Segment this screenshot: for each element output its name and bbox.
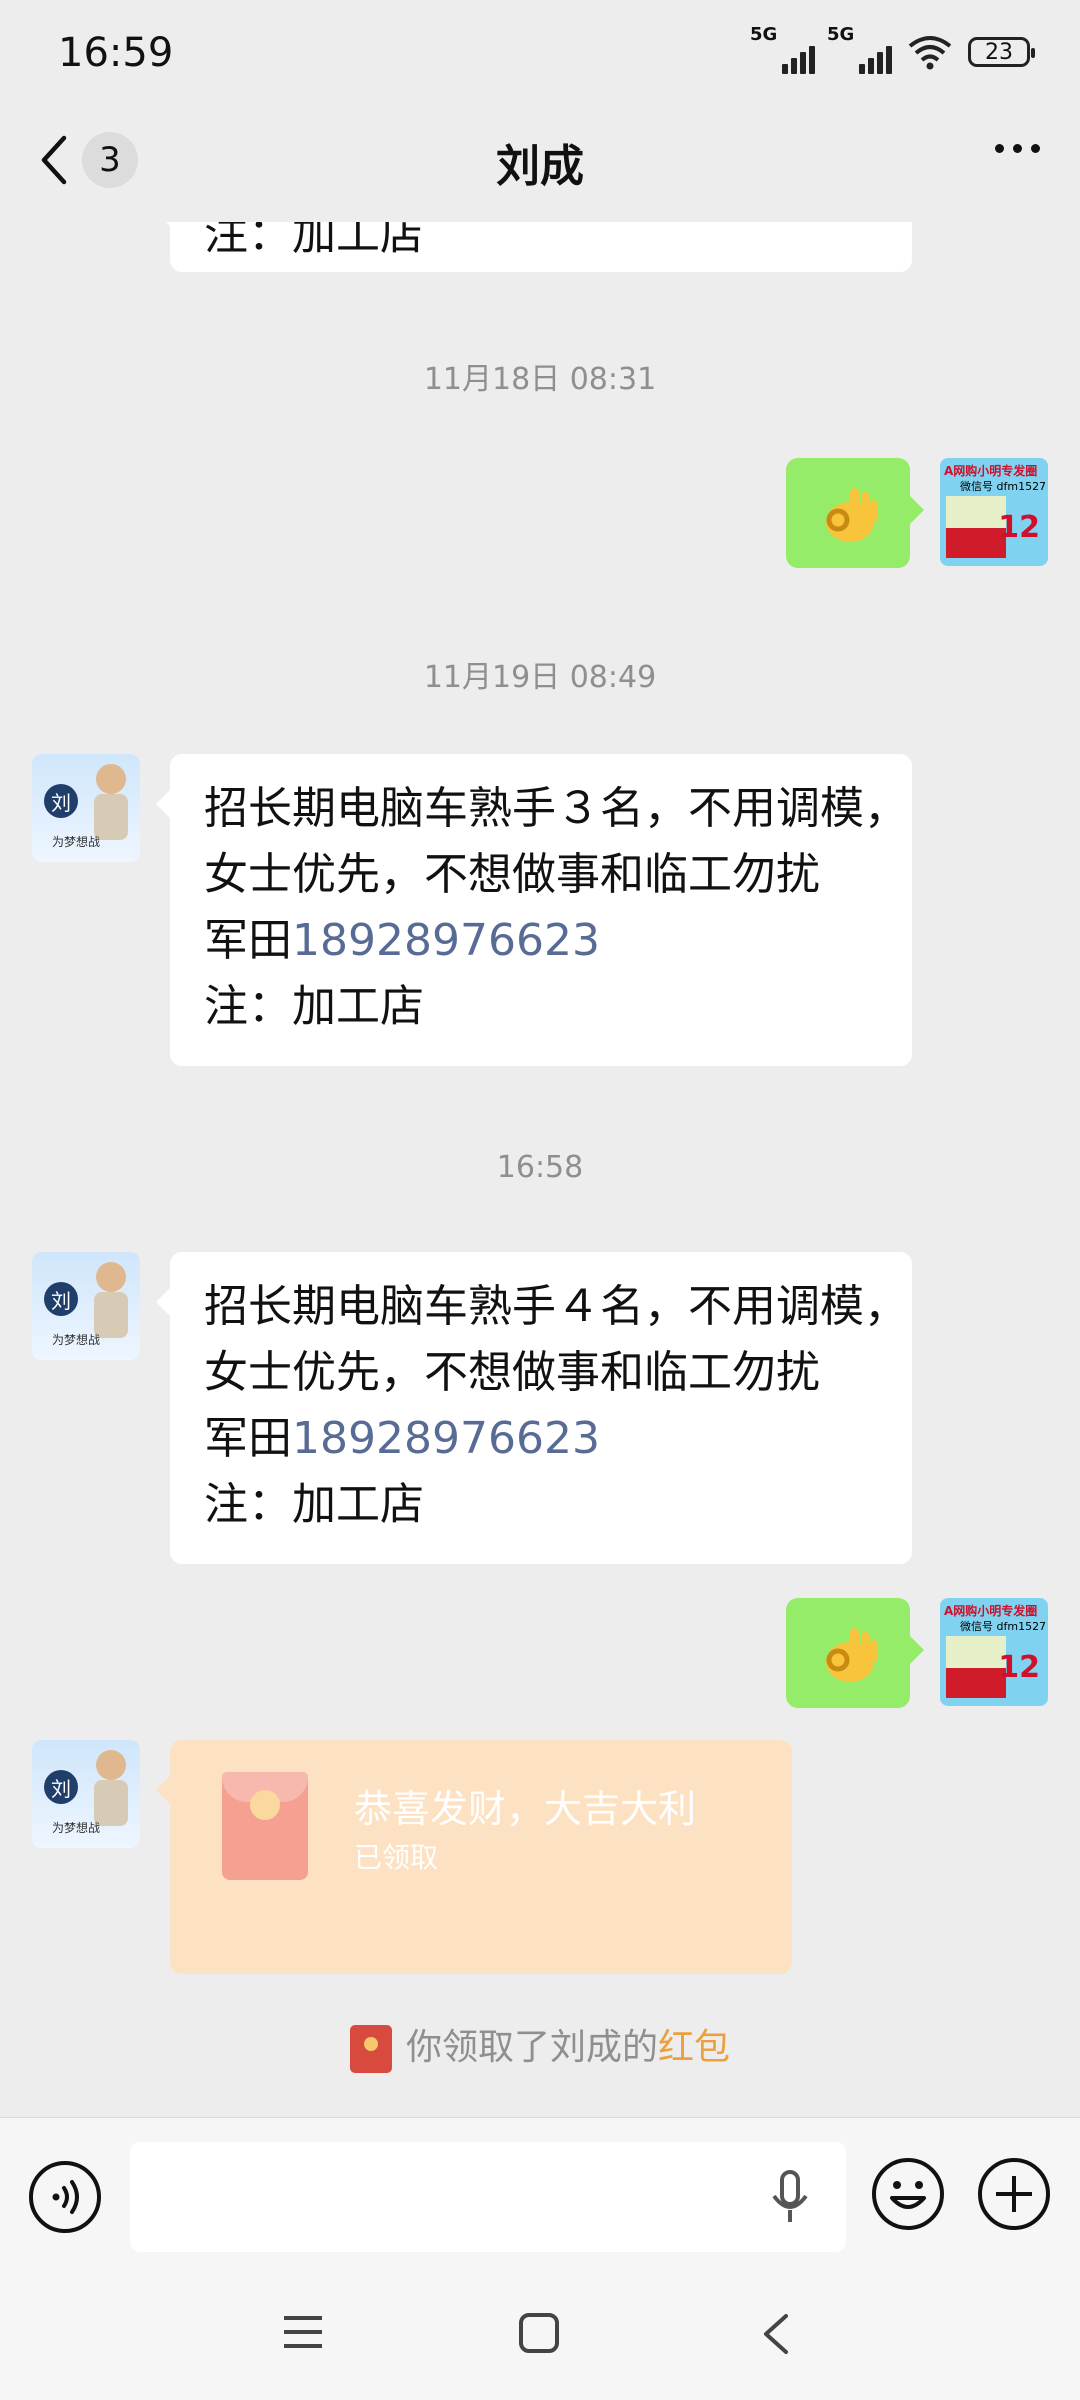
phone-link[interactable]: 18928976623 [292, 915, 600, 966]
red-packet-icon [222, 1772, 308, 1880]
menu-icon[interactable] [282, 2312, 324, 2352]
red-packet-title: 恭喜发财，大吉大利 [354, 1787, 697, 1831]
timestamp: 11月19日 08:49 [423, 660, 657, 695]
avatar-text: A网购小明专发圈 [944, 464, 1038, 478]
message-line: 注：加工店 [204, 1479, 424, 1530]
message-line: 军田18928976623 [204, 915, 600, 966]
message-line: 注：加工店 [204, 222, 424, 260]
message-line: 军田18928976623 [204, 1413, 600, 1464]
timestamp: 11月18日 08:31 [423, 362, 657, 397]
red-packet-link[interactable]: 红包 [658, 2027, 730, 2068]
signal-icon: 5G [750, 24, 815, 74]
red-packet-icon [349, 2025, 392, 2073]
message-list[interactable]: 注：加工店 11月18日 08:31 A网购小明专发圈 微信号 dfm1527 … [0, 222, 1080, 2117]
microphone-icon[interactable] [770, 2170, 810, 2224]
red-packet-message[interactable]: 恭喜发财，大吉大利 已领取 [156, 1740, 792, 1974]
battery-level: 23 [985, 39, 1013, 65]
chat-header: 3 刘成 [0, 100, 1080, 222]
more-options-button[interactable] [995, 144, 1040, 153]
timestamp: 16:58 [496, 1150, 584, 1185]
avatar-contact[interactable]: 刘 为梦想战 [32, 1252, 140, 1360]
ok-hand-emoji-icon [826, 1628, 878, 1682]
message-bubble-outgoing-sticker[interactable] [786, 1598, 924, 1708]
home-icon[interactable] [518, 2312, 560, 2354]
signal-icon: 5G [827, 24, 892, 74]
message-line: 招长期电脑车熟手３名，不用调模， [204, 783, 908, 834]
dot-icon [1031, 144, 1040, 153]
message-line: 女士优先，不想做事和临工勿扰 [204, 1347, 820, 1398]
message-bubble-incoming[interactable]: 注：加工店 [156, 222, 912, 272]
wifi-icon [908, 36, 952, 70]
avatar-caption: 为梦想战 [52, 1333, 101, 1347]
avatar-contact[interactable]: 刘 为梦想战 [32, 1740, 140, 1848]
emoji-button[interactable] [870, 2156, 946, 2232]
ok-hand-emoji-icon [826, 488, 878, 542]
avatar-contact[interactable]: 刘 为梦想战 [32, 754, 140, 862]
status-time: 16:59 [58, 30, 174, 76]
network-type-label: 5G [827, 24, 855, 45]
status-icons: 5G 5G 23 [750, 24, 1035, 74]
dot-icon [995, 144, 1004, 153]
avatar-logo: 刘 [44, 1770, 78, 1804]
system-navigation-bar [0, 2272, 1080, 2400]
avatar-text: 微信号 dfm1527 [960, 1620, 1047, 1633]
status-bar: 16:59 5G 5G 23 [0, 0, 1080, 100]
avatar-text: 微信号 dfm1527 [960, 480, 1047, 493]
avatar-badge-number: 12 [998, 510, 1040, 545]
avatar-caption: 为梦想战 [52, 835, 101, 849]
more-functions-button[interactable] [976, 2156, 1052, 2232]
voice-input-button[interactable] [28, 2160, 102, 2234]
system-message: 你领取了刘成的红包 [0, 2018, 1080, 2073]
avatar-logo: 刘 [44, 784, 78, 818]
avatar-badge-number: 12 [998, 1650, 1040, 1685]
avatar-logo: 刘 [44, 1282, 78, 1316]
message-line: 注：加工店 [204, 981, 424, 1032]
message-input[interactable] [130, 2142, 846, 2252]
message-bubble-incoming[interactable]: 招长期电脑车熟手３名，不用调模， 女士优先，不想做事和临工勿扰 军田189289… [156, 754, 912, 1066]
network-type-label: 5G [750, 24, 778, 45]
message-bubble-incoming[interactable]: 招长期电脑车熟手４名，不用调模， 女士优先，不想做事和临工勿扰 军田189289… [156, 1252, 912, 1564]
red-packet-status: 已领取 [354, 1841, 439, 1874]
message-bubble-outgoing-sticker[interactable] [786, 458, 924, 568]
message-line: 女士优先，不想做事和临工勿扰 [204, 849, 820, 900]
dot-icon [1013, 144, 1022, 153]
chat-title: 刘成 [496, 141, 584, 192]
avatar-self[interactable]: A网购小明专发圈 微信号 dfm1527 12 [940, 458, 1048, 566]
avatar-text: A网购小明专发圈 [944, 1604, 1038, 1618]
message-line: 招长期电脑车熟手４名，不用调模， [204, 1281, 908, 1332]
avatar-self[interactable]: A网购小明专发圈 微信号 dfm1527 12 [940, 1598, 1048, 1706]
input-bar [0, 2117, 1080, 2273]
back-nav-icon[interactable] [760, 2312, 790, 2356]
phone-link[interactable]: 18928976623 [292, 1413, 600, 1464]
battery-icon: 23 [968, 37, 1035, 67]
avatar-caption: 为梦想战 [52, 1821, 101, 1835]
